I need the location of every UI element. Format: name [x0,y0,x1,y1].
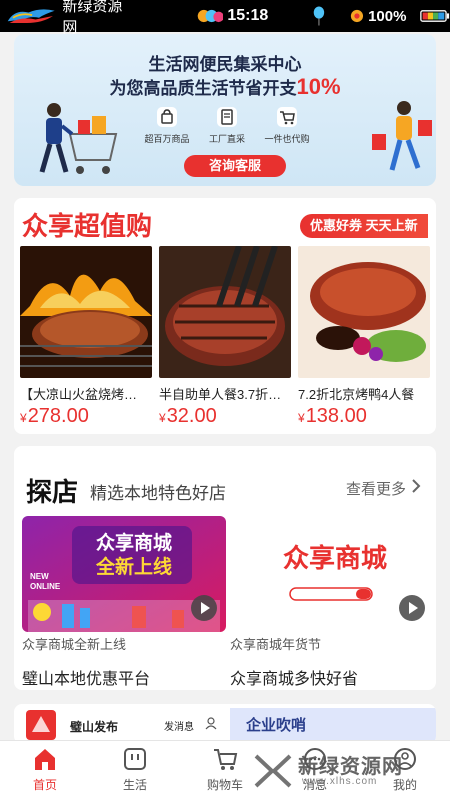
currency-symbol: ¥ [159,411,166,425]
price-value: 32.00 [166,405,217,427]
deal-name: 7.2折北京烤鸭4人餐 [298,387,415,402]
tab-label: 首页 [32,778,57,792]
banner-subheadline-text: 为您高品质生活节省开支 [109,79,297,98]
deal-image [298,246,430,378]
user-icon[interactable] [204,716,218,730]
next-section-preview: 璧山发布 发消息 企业吹哨 [14,704,436,744]
ad-text: 企业吹哨 [246,717,307,734]
cart-icon [277,107,297,127]
deal-price: ¥278.00 [20,405,152,428]
explore-title: 探店 [26,477,79,507]
ad-banner[interactable]: 企业吹哨 [230,708,436,742]
deal-item[interactable]: 7.2折北京烤鸭4人餐 ¥138.00 [298,246,430,428]
signal-icon [351,9,364,23]
watermark-url: www.xlhs.com [302,776,378,787]
cart-icon [214,749,238,770]
status-bar: 新绿资源网 15:18 100% [0,0,450,36]
chevron-right-icon[interactable] [410,477,422,495]
battery-percent: 100% [368,7,407,25]
life-icon [124,748,146,770]
see-more-link[interactable]: 查看更多 [346,478,406,499]
tab-home[interactable]: 首页 [10,745,80,793]
deal-image [159,246,291,378]
price-value: 138.00 [305,405,367,427]
shopper-illustration [372,101,432,171]
explore-section: 探店 精选本地特色好店 查看更多 众享商城 全新上线 NEW ONLINE 众享… [14,446,436,690]
explore-item-title: 璧山本地优惠平台 [22,671,151,688]
deal-image [20,246,152,378]
banner-percent: 10% [296,74,341,99]
feature-label: 一件也代购 [264,134,310,144]
currency-symbol: ¥ [298,411,305,425]
play-icon[interactable] [190,594,218,622]
send-message-button[interactable]: 发消息 [164,718,194,733]
publish-logo-icon [26,710,56,740]
currency-symbol: ¥ [20,411,27,425]
consult-service-button[interactable]: 咨询客服 [184,155,286,177]
feature-proxy-buy: 一件也代购 [252,106,322,145]
document-icon [217,107,237,127]
balloon-icon [314,6,325,26]
deal-price: ¥138.00 [298,405,430,428]
explore-item[interactable]: 众享商城 众享商城年货节 众享商城多快好省 [230,516,434,689]
clock: 15:18 [227,7,269,24]
video-thumbnail[interactable]: 众享商城 全新上线 NEW ONLINE [22,516,226,632]
video-thumbnail[interactable]: 众享商城 [230,516,434,632]
site-name: 新绿资源网 [62,0,123,36]
price-value: 278.00 [27,405,89,427]
promo-banner[interactable]: 生活网便民集采中心 为您高品质生活节省开支10% 超百万商品 工厂直采 一件也代… [14,34,436,186]
shopping-bag-icon [157,107,177,127]
poster-title-2: 全新上线 [95,557,172,578]
banner-headline: 生活网便民集采中心 [148,55,302,74]
poster-title: 众享商城 [282,543,387,573]
shopper-illustration [39,103,118,174]
watermark-logo-icon [254,754,292,788]
poster-title-1: 众享商城 [95,533,172,554]
poster-small-text: NEW ONLINE [30,572,61,591]
tab-life[interactable]: 生活 [100,745,170,793]
deal-item[interactable]: 【大凉山火盆烧烤… ¥278.00 [20,246,152,428]
deal-price: ¥32.00 [159,405,291,428]
horse-logo-icon [7,9,55,23]
weather-icon [197,9,224,23]
deals-title: 众享超值购 [22,211,153,241]
watermark: 新绿资源网 www.xlhs.com [250,748,440,794]
tab-label: 购物车 [206,778,243,792]
home-icon [35,749,55,770]
deal-name: 【大凉山火盆烧烤… [20,387,138,402]
battery-icon [420,10,450,22]
explore-item-title: 众享商城多快好省 [230,671,359,688]
publish-name: 璧山发布 [70,720,119,734]
feature-label: 工厂直采 [208,134,245,144]
deal-item[interactable]: 半自助单人餐3.7折… ¥32.00 [159,246,291,428]
explore-caption: 众享商城全新上线 [22,637,127,652]
deal-name: 半自助单人餐3.7折… [159,387,282,402]
play-icon[interactable] [398,594,426,622]
explore-item[interactable]: 众享商城 全新上线 NEW ONLINE 众享商城全新上线 璧山本地优惠平台 [22,516,226,689]
coupon-tag[interactable]: 优惠好券 天天上新 [300,214,428,238]
tab-label: 生活 [122,778,147,792]
explore-subtitle: 精选本地特色好店 [90,484,226,503]
watermark-text: 新绿资源网 [298,756,403,778]
feature-label: 超百万商品 [144,134,190,144]
explore-caption: 众享商城年货节 [230,637,322,652]
deals-section: 众享超值购 优惠好券 天天上新 【大凉山火盆烧烤… ¥278.00 半自助单人餐… [14,198,436,434]
app-screen: 新绿资源网 15:18 100% 生活网便民集采中心 为您高品质生活节省开支10… [0,0,450,800]
